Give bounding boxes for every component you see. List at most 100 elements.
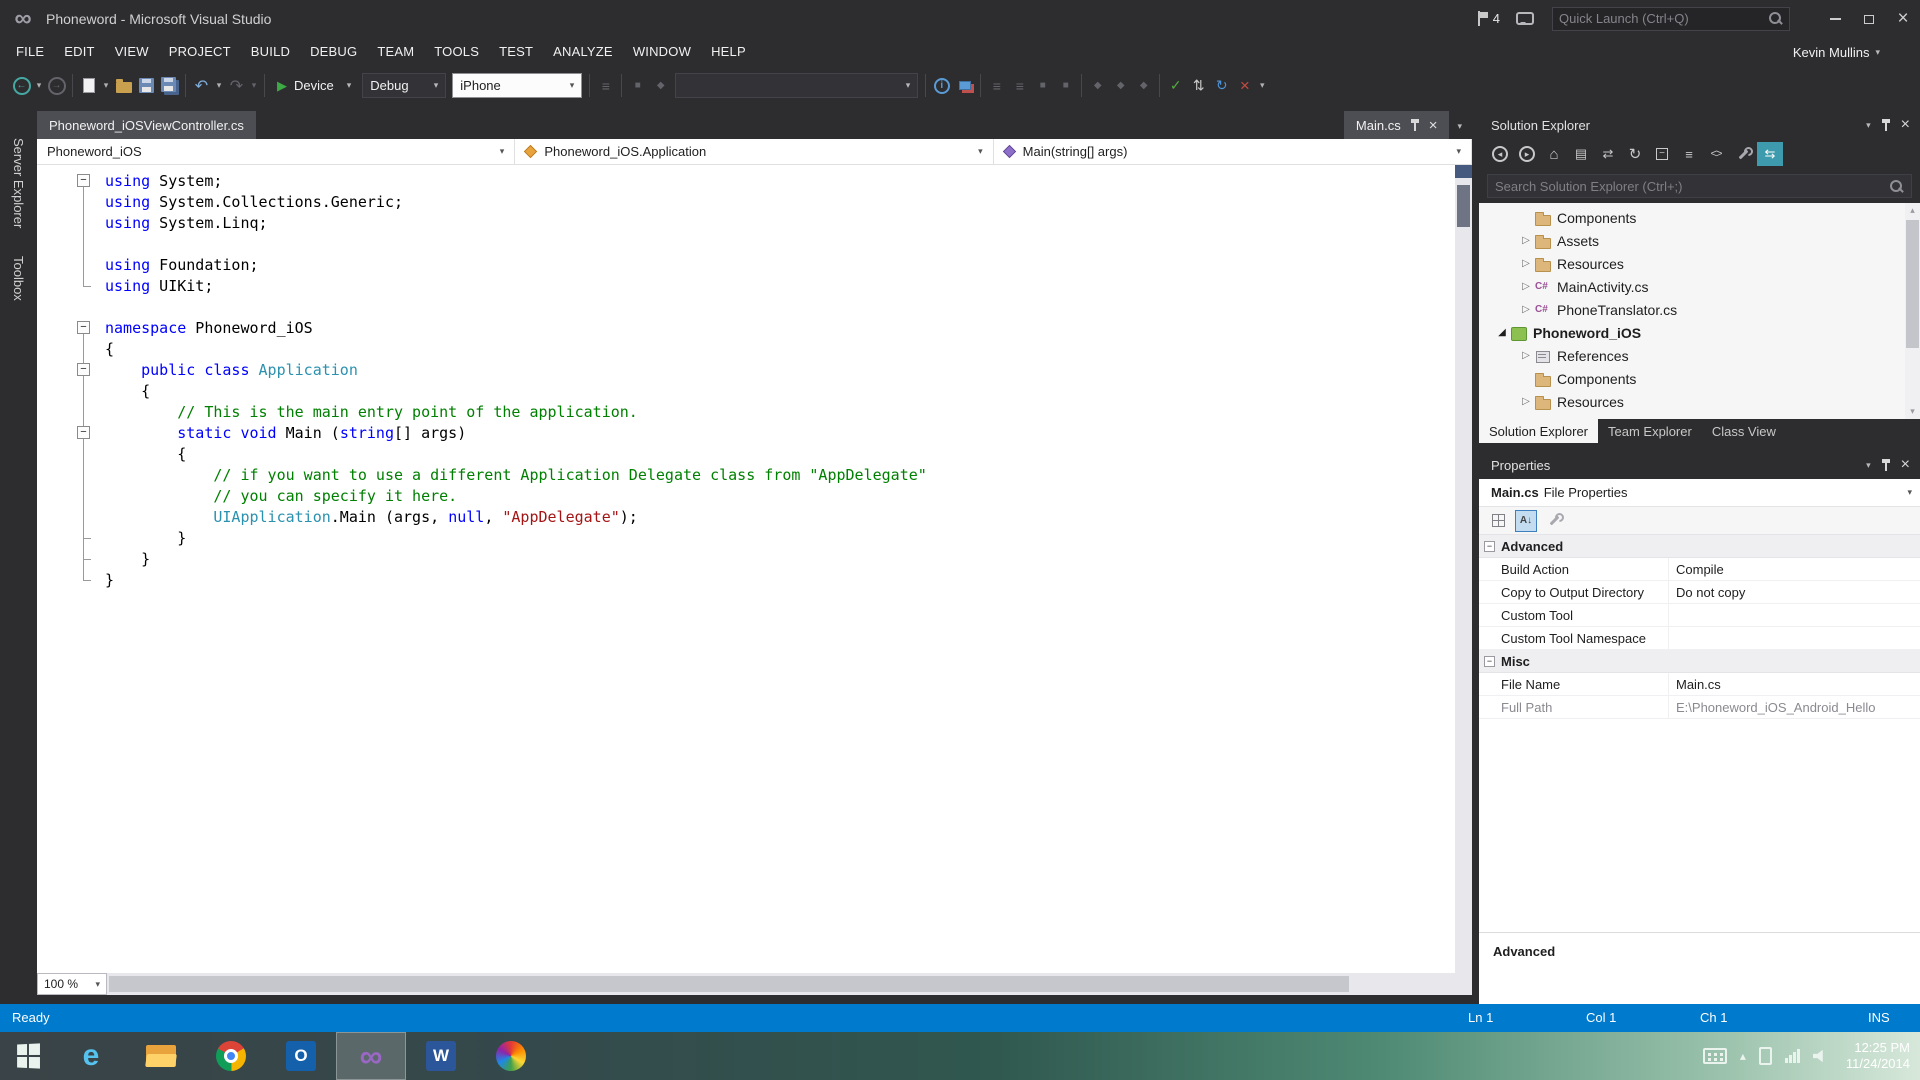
search-icon[interactable] [1768,11,1783,26]
property-pages-icon[interactable] [1543,510,1565,532]
code-line-12[interactable]: // This is the main entry point of the a… [105,402,1455,423]
redo-button[interactable] [225,73,248,98]
tree-item-resources[interactable]: ▷ Resources [1479,252,1920,275]
scroll-down-icon[interactable] [1905,404,1920,419]
tree-scrollbar-thumb[interactable] [1906,220,1919,348]
code-line-2[interactable]: using System.Collections.Generic; [105,192,1455,213]
refresh-button[interactable] [1210,73,1233,98]
expander-icon[interactable]: ▷ [1518,304,1534,315]
code-line-4[interactable] [105,234,1455,255]
alphabetical-icon[interactable] [1515,509,1537,532]
code-line-13[interactable]: static void Main (string[] args) [105,423,1455,444]
code-line-8[interactable]: namespace Phoneword_iOS [105,318,1455,339]
refresh-icon[interactable] [1622,142,1648,166]
property-category-misc[interactable]: − Misc [1479,650,1920,673]
horizontal-scrollbar-thumb[interactable] [109,976,1350,992]
forward-button[interactable] [1514,142,1540,166]
menu-analyze[interactable]: ANALYZE [543,37,623,67]
expander-icon[interactable]: ◢ [1494,327,1510,338]
find-combo[interactable] [675,73,919,98]
open-file-button[interactable] [112,73,135,98]
taskbar-file-explorer[interactable] [126,1032,196,1080]
menu-view[interactable]: VIEW [105,37,159,67]
member-dropdown[interactable]: Main(string[] args) [994,139,1472,164]
tree-item-assets[interactable]: ▷ Assets [1479,229,1920,252]
taskbar-outlook[interactable] [266,1032,336,1080]
close-panel-icon[interactable] [1901,456,1910,474]
tree-item-phoneword-ios[interactable]: ◢ Phoneword_iOS [1479,321,1920,344]
scrollbar-splitter-grip[interactable] [1455,165,1472,178]
menu-help[interactable]: HELP [701,37,756,67]
taskbar-word[interactable] [406,1032,476,1080]
redo-chevron-icon[interactable] [248,73,260,98]
menu-test[interactable]: TEST [489,37,543,67]
menu-build[interactable]: BUILD [241,37,300,67]
close-button[interactable] [1886,5,1920,33]
close-tab-icon[interactable] [1429,117,1438,134]
type-dropdown[interactable]: Phoneword_iOS.Application [515,139,994,164]
code-line-9[interactable]: { [105,339,1455,360]
expander-icon[interactable]: ▷ [1518,396,1534,407]
volume-icon[interactable] [1812,1049,1823,1063]
cancel-build-button[interactable] [1233,73,1256,98]
code-line-10[interactable]: public class Application [105,360,1455,381]
code-line-14[interactable]: { [105,444,1455,465]
properties-window-icon[interactable] [1568,142,1594,166]
feedback-bubble-icon[interactable] [1516,12,1534,25]
device-target-combo[interactable]: iPhone [452,73,583,98]
code-line-11[interactable]: { [105,381,1455,402]
property-value[interactable]: Do not copy [1669,581,1920,603]
server-explorer-tab[interactable]: Server Explorer [11,138,26,228]
code-line-7[interactable] [105,297,1455,318]
menu-project[interactable]: PROJECT [159,37,241,67]
outdent-button[interactable] [1054,73,1077,98]
scroll-up-icon[interactable] [1905,203,1920,218]
save-all-button[interactable] [158,73,181,98]
category-collapse-icon[interactable]: − [1484,540,1495,552]
code-line-1[interactable]: using System; [105,171,1455,192]
quick-launch-box[interactable] [1552,6,1790,31]
category-collapse-icon[interactable]: − [1484,655,1495,667]
pin-icon[interactable] [1881,118,1891,132]
save-button[interactable] [135,73,158,98]
code-line-5[interactable]: using Foundation; [105,255,1455,276]
navigate-backward-button[interactable] [10,73,33,98]
tree-item-phonetranslator-cs[interactable]: ▷ PhoneTranslator.cs [1479,298,1920,321]
property-value[interactable] [1669,604,1920,626]
previous-bookmark-button[interactable] [1109,73,1132,98]
device-icon[interactable] [1758,1047,1772,1065]
restore-button[interactable] [1852,5,1886,33]
new-file-button[interactable] [77,73,100,98]
vertical-scrollbar-thumb[interactable] [1457,185,1470,227]
menu-tools[interactable]: TOOLS [424,37,489,67]
network-icon[interactable] [1784,1049,1800,1063]
code-line-15[interactable]: // if you want to use a different Applic… [105,465,1455,486]
bookmark-button[interactable] [1086,73,1109,98]
search-icon[interactable] [1889,179,1904,194]
pin-icon[interactable] [1410,118,1420,132]
tree-item-appdelegate-cs[interactable]: ▷AppDelegate.cs [1479,413,1920,420]
show-hidden-icons-chevron[interactable] [1740,1049,1746,1063]
touch-keyboard-icon[interactable] [1702,1048,1727,1064]
close-panel-icon[interactable] [1901,116,1910,134]
user-menu[interactable]: Kevin Mullins [1793,45,1880,60]
undo-button[interactable] [190,73,213,98]
expander-icon[interactable]: ▷ [1518,235,1534,246]
taskbar-internet-explorer[interactable] [56,1032,126,1080]
expander-icon[interactable]: ▷ [1518,258,1534,269]
switch-views-icon[interactable] [1595,142,1621,166]
toolbox-tab[interactable]: Toolbox [11,256,26,301]
notification-count[interactable]: 4 [1493,11,1500,26]
intellitrace-button[interactable] [930,73,953,98]
clock[interactable]: 12:25 PM 11/24/2014 [1846,1040,1910,1072]
editor-horizontal-scrollbar[interactable] [107,973,1455,995]
panel-tab-solution-explorer[interactable]: Solution Explorer [1479,419,1598,443]
taskbar-app[interactable] [476,1032,546,1080]
property-value[interactable] [1669,627,1920,649]
indent-button[interactable] [1031,73,1054,98]
properties-icon[interactable] [1730,142,1756,166]
tab-list-chevron-icon[interactable] [1457,121,1462,132]
categorized-icon[interactable] [1487,510,1509,532]
quick-launch-input[interactable] [1559,11,1768,26]
code-line-6[interactable]: using UIKit; [105,276,1455,297]
